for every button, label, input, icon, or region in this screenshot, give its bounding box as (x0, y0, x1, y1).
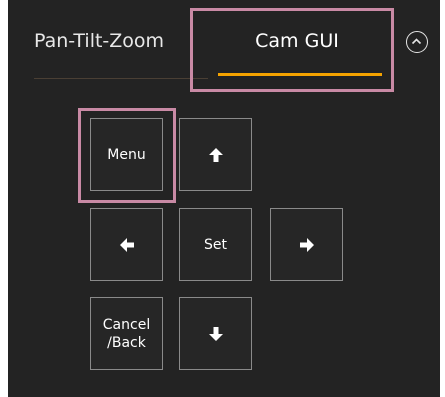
chevron-up-icon (411, 38, 422, 45)
tab-pan-tilt-zoom[interactable]: Pan-Tilt-Zoom (34, 30, 204, 52)
menu-button-label: Menu (107, 146, 146, 163)
cancel-label-line2: /Back (107, 334, 146, 351)
arrow-down-icon (208, 326, 223, 341)
active-tab-indicator (218, 73, 382, 76)
arrow-up-icon (208, 147, 223, 162)
set-button[interactable]: Set (179, 208, 252, 281)
cancel-label-line1: Cancel (102, 316, 151, 333)
cancel-back-button[interactable]: Cancel /Back (90, 297, 163, 370)
down-button[interactable] (179, 297, 252, 370)
tab-cam-gui-label: Cam GUI (255, 30, 339, 52)
cam-gui-panel: Pan-Tilt-Zoom Cam GUI Menu Set Cancel /B… (8, 0, 440, 397)
up-button[interactable] (179, 118, 252, 191)
left-button[interactable] (90, 208, 163, 281)
tab-divider (34, 78, 210, 79)
set-button-label: Set (204, 236, 227, 253)
arrow-left-icon (119, 237, 134, 252)
tab-cam-gui[interactable]: Cam GUI (208, 18, 386, 80)
arrow-right-icon (299, 237, 314, 252)
menu-button[interactable]: Menu (90, 118, 163, 191)
right-button[interactable] (270, 208, 343, 281)
collapse-button[interactable] (406, 31, 428, 53)
